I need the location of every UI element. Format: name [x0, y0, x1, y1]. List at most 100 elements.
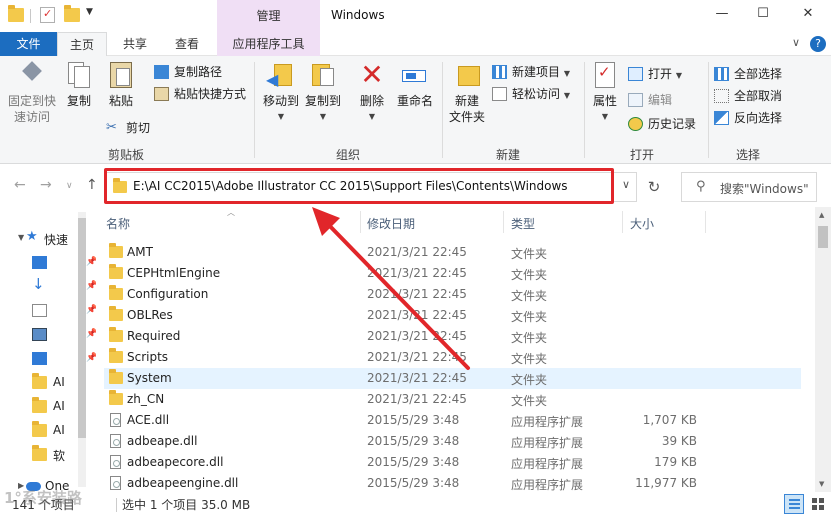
file-list-scrollbar-thumb[interactable] [818, 226, 828, 248]
select-none-button[interactable]: 全部取消 [714, 86, 782, 106]
folder-row[interactable]: zh_CN 2021/3/21 22:45 文件夹 [104, 389, 801, 410]
download-arrow-icon: ↓ [32, 275, 45, 293]
pin-icon [17, 60, 47, 90]
folder-row[interactable]: Required 2021/3/21 22:45 文件夹 [104, 326, 801, 347]
history-icon [628, 117, 643, 131]
large-icons-view-icon-cell [812, 505, 817, 510]
file-row[interactable]: ACE.dll 2015/5/29 3:48 应用程序扩展 1,707 KB [104, 410, 801, 431]
properties-label: 属性 [592, 94, 617, 108]
paste-button[interactable]: 粘贴 [104, 60, 138, 109]
copy-path-label: 复制路径 [174, 65, 223, 79]
divider[interactable] [622, 211, 623, 233]
dll-file-icon [110, 476, 121, 490]
paste-shortcut-button[interactable]: 粘贴快捷方式 [154, 84, 246, 104]
new-folder-quick-icon[interactable] [64, 5, 80, 22]
pin-quick-access-button[interactable]: 固定到快 速访问 [6, 60, 58, 125]
chevron-down-icon[interactable]: ∨ [792, 36, 800, 49]
divider[interactable] [360, 211, 361, 233]
cut-button[interactable]: ✂ 剪切 [106, 118, 150, 138]
file-name: System [127, 371, 172, 385]
column-header-type[interactable]: 类型 [511, 215, 535, 232]
recent-locations-chevron-icon[interactable]: ∨ [66, 181, 73, 191]
select-all-button[interactable]: 全部选择 [714, 64, 782, 84]
chevron-down-icon[interactable]: ▼ [18, 233, 24, 242]
file-row[interactable]: adbeape.dll 2015/5/29 3:48 应用程序扩展 39 KB [104, 431, 801, 452]
scroll-down-icon[interactable]: ▼ [819, 480, 824, 488]
invert-selection-button[interactable]: 反向选择 [714, 108, 782, 128]
chevron-down-icon[interactable]: ∨ [615, 178, 637, 198]
folder-icon [8, 5, 24, 22]
history-button[interactable]: 历史记录 [628, 114, 696, 134]
maximize-button[interactable]: ☐ [753, 6, 773, 26]
tab-app-tools[interactable]: 应用程序工具 [217, 32, 320, 56]
folder-icon [109, 306, 123, 321]
column-header-name[interactable]: 名称 [106, 215, 130, 232]
file-size: 1,707 KB [642, 413, 697, 427]
folder-row[interactable]: OBLRes 2021/3/21 22:45 文件夹 [104, 305, 801, 326]
folder-row[interactable]: AMT 2021/3/21 22:45 文件夹 [104, 242, 801, 263]
rename-button[interactable]: 重命名 [394, 60, 436, 109]
file-list-scrollbar[interactable] [815, 207, 831, 492]
large-icons-view-icon-cell [819, 498, 824, 503]
group-label-select: 选择 [736, 148, 761, 162]
sidebar-item-label: AI [53, 375, 65, 389]
column-header-modified[interactable]: 修改日期 [367, 215, 415, 232]
folder-row[interactable]: Configuration 2021/3/21 22:45 文件夹 [104, 284, 801, 305]
folder-row[interactable]: System 2021/3/21 22:45 文件夹 [104, 368, 801, 389]
chevron-down-icon: ▼ [601, 112, 609, 121]
file-row[interactable]: adbeapecore.dll 2015/5/29 3:48 应用程序扩展 179 K… [104, 452, 801, 473]
chevron-down-icon[interactable]: ▼ [86, 7, 93, 17]
folder-row[interactable]: CEPHtmlEngine 2021/3/21 22:45 文件夹 [104, 263, 801, 284]
help-icon[interactable]: ? [810, 36, 826, 52]
large-icons-view-icon [812, 498, 817, 503]
divider [708, 62, 709, 158]
file-type: 文件夹 [511, 373, 548, 387]
file-modified-date: 2021/3/21 22:45 [367, 350, 467, 364]
details-view-button[interactable] [784, 494, 804, 514]
copy-label: 复制 [66, 94, 91, 108]
tab-file[interactable]: 文件 [0, 32, 57, 56]
file-type: 应用程序扩展 [511, 457, 584, 471]
minimize-button[interactable]: — [712, 6, 732, 26]
selection-info: 选中 1 个项目 35.0 MB [122, 498, 251, 512]
file-type: 文件夹 [511, 352, 548, 366]
file-type: 文件夹 [511, 268, 548, 282]
back-arrow-icon[interactable]: ← [14, 177, 26, 193]
folder-row[interactable]: Scripts 2021/3/21 22:45 文件夹 [104, 347, 801, 368]
new-item-button[interactable]: 新建项目 ▼ [492, 62, 570, 82]
close-button[interactable]: ✕ [798, 6, 818, 26]
tab-view[interactable]: 查看 [164, 32, 210, 56]
document-icon [32, 304, 47, 317]
properties-quick-icon[interactable] [40, 7, 55, 23]
scroll-up-icon[interactable]: ▲ [819, 211, 824, 219]
open-button[interactable]: 打开 ▼ [628, 64, 682, 84]
divider[interactable] [705, 211, 706, 233]
context-tab-manage[interactable]: 管理 [217, 0, 320, 32]
easy-access-button[interactable]: 轻松访问 ▼ [492, 84, 570, 104]
column-header-size[interactable]: 大小 [630, 215, 654, 232]
nav-pane-scrollbar-thumb[interactable] [78, 218, 86, 438]
copy-to-button[interactable]: 复制到 ▼ [302, 60, 344, 125]
folder-icon [109, 348, 123, 363]
tab-home[interactable]: 主页 [57, 32, 107, 56]
divider[interactable] [503, 211, 504, 233]
large-icons-view-button[interactable] [808, 494, 828, 514]
copy-button[interactable]: 复制 [62, 60, 96, 109]
new-folder-button[interactable]: 新建 文件夹 [446, 60, 488, 125]
forward-arrow-icon[interactable]: → [40, 177, 52, 193]
move-to-button[interactable]: ◀ 移动到 ▼ [260, 60, 302, 125]
properties-button[interactable]: ✓ 属性 ▼ [588, 60, 622, 125]
search-input[interactable]: ⚲ 搜索"Windows" [681, 172, 817, 202]
select-all-icon [714, 67, 729, 81]
delete-button[interactable]: ✕ 删除 ▼ [354, 60, 390, 125]
sidebar-item-label: 快速 [44, 233, 69, 247]
easy-access-label: 轻松访问 [512, 87, 561, 101]
edit-button[interactable]: 编辑 [628, 90, 672, 110]
chevron-down-icon: ▼ [563, 91, 570, 100]
file-row[interactable]: adbeapeengine.dll 2015/5/29 3:48 应用程序扩展 11,… [104, 473, 801, 494]
tab-share[interactable]: 共享 [112, 32, 158, 56]
refresh-button[interactable]: ↻ [641, 172, 667, 202]
up-arrow-icon[interactable]: ↑ [86, 177, 98, 193]
select-none-icon [714, 89, 729, 103]
copy-path-button[interactable]: 复制路径 [154, 62, 222, 82]
